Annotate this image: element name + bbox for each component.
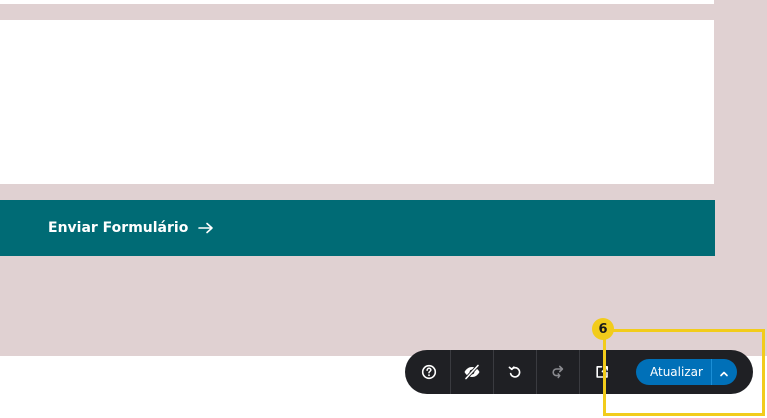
arrow-right-icon — [198, 222, 214, 234]
help-icon — [421, 364, 437, 380]
submit-form-label: Enviar Formulário — [48, 220, 189, 236]
tutorial-step-badge: 6 — [592, 318, 614, 340]
previous-field-edge — [0, 0, 714, 4]
submit-form-button[interactable]: Enviar Formulário — [0, 200, 715, 256]
redo-button[interactable] — [537, 350, 580, 394]
redo-icon — [550, 364, 566, 380]
help-button[interactable] — [408, 350, 451, 394]
undo-button[interactable] — [494, 350, 537, 394]
page: Enviar Formulário Atualizar 6 — [0, 0, 767, 418]
form-section: Enviar Formulário — [0, 0, 767, 356]
message-textarea[interactable] — [0, 20, 714, 184]
undo-icon — [507, 364, 523, 380]
toggle-visibility-button[interactable] — [451, 350, 494, 394]
eye-off-icon — [463, 364, 481, 380]
tutorial-highlight-box — [603, 329, 765, 416]
